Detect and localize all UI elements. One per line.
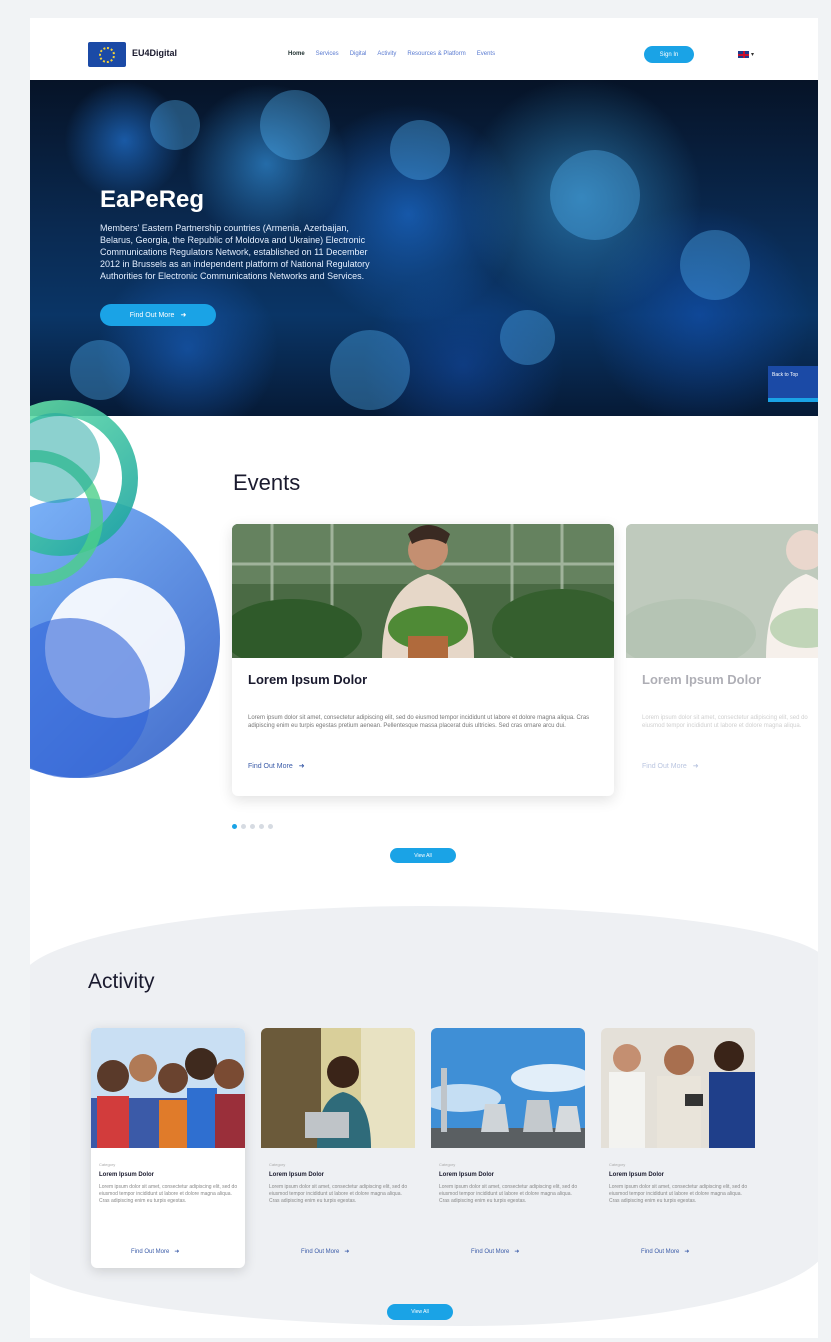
activity-find-out-more-link[interactable]: Find Out More ➜ <box>641 1248 690 1256</box>
hero-banner: EaPeReg Members' Eastern Partnership cou… <box>30 80 818 416</box>
activity-title: Lorem Ipsum Dolor <box>269 1172 325 1178</box>
activity-category: Category <box>439 1162 456 1167</box>
greenhouse-photo <box>626 524 818 658</box>
activity-title: Lorem Ipsum Dolor <box>99 1172 155 1178</box>
activity-description: Lorem ipsum dolor sit amet, consectetur … <box>269 1184 408 1204</box>
language-selector[interactable]: ▾ <box>738 51 754 58</box>
event-link-label: Find Out More <box>642 762 687 770</box>
activity-title: Lorem Ipsum Dolor <box>609 1172 665 1178</box>
activity-view-all-button[interactable]: View All <box>387 1304 453 1320</box>
event-find-out-more-link[interactable]: Find Out More ➜ <box>642 762 699 771</box>
bokeh-light <box>500 310 555 365</box>
children-group-photo <box>91 1028 245 1148</box>
activity-image <box>261 1028 415 1148</box>
activity-find-out-more-link[interactable]: Find Out More ➜ <box>301 1248 350 1256</box>
event-image <box>232 524 614 658</box>
activity-description: Lorem ipsum dolor sit amet, consectetur … <box>439 1184 578 1204</box>
nav-link-digital[interactable]: Digital <box>350 51 367 57</box>
decorative-circles <box>30 400 220 778</box>
greenhouse-photo <box>232 524 614 658</box>
top-nav: EU4Digital Home Services Digital Activit… <box>30 18 818 80</box>
events-heading: Events <box>233 470 301 495</box>
activity-find-out-more-link[interactable]: Find Out More ➜ <box>131 1248 180 1256</box>
arrow-right-icon: ➜ <box>298 763 305 770</box>
activity-link-label: Find Out More <box>471 1248 510 1255</box>
event-title: Lorem Ipsum Dolor <box>248 672 368 687</box>
activity-link-label: Find Out More <box>131 1248 170 1255</box>
nav-links: Home Services Digital Activity Resources… <box>288 51 495 57</box>
arrow-right-icon: ➜ <box>174 1249 180 1255</box>
arrow-right-icon: ➜ <box>684 1249 690 1255</box>
carousel-dot[interactable] <box>268 824 273 829</box>
activity-category: Category <box>609 1162 626 1167</box>
bokeh-light <box>70 340 130 400</box>
event-find-out-more-link[interactable]: Find Out More ➜ <box>248 762 305 771</box>
activity-card[interactable]: Category Lorem Ipsum Dolor Lorem ipsum d… <box>601 1028 755 1268</box>
bokeh-light <box>390 120 450 180</box>
activity-image <box>431 1028 585 1148</box>
arrow-right-icon: ➜ <box>180 312 187 319</box>
nav-link-events[interactable]: Events <box>477 51 495 57</box>
hero-description: Members' Eastern Partnership countries (… <box>100 223 370 281</box>
activity-category: Category <box>99 1162 116 1167</box>
hero-title: EaPeReg <box>100 186 205 213</box>
carousel-dot[interactable] <box>241 824 246 829</box>
bokeh-light <box>330 330 410 410</box>
woman-laptop-photo <box>261 1028 415 1148</box>
eu-flag-logo[interactable] <box>88 42 126 67</box>
nav-link-activity[interactable]: Activity <box>377 51 396 57</box>
activity-title: Lorem Ipsum Dolor <box>439 1172 495 1178</box>
bokeh-light <box>550 150 640 240</box>
nav-link-resources[interactable]: Resources & Platform <box>407 51 465 57</box>
carousel-dot[interactable] <box>259 824 264 829</box>
uk-flag-icon <box>738 51 749 58</box>
nav-link-services[interactable]: Services <box>316 51 339 57</box>
arrow-right-icon: ➜ <box>514 1249 520 1255</box>
power-plant-photo <box>431 1028 585 1148</box>
events-view-all-button[interactable]: View All <box>390 848 456 863</box>
chevron-down-icon: ▾ <box>751 52 755 58</box>
bokeh-light <box>680 230 750 300</box>
activity-description: Lorem ipsum dolor sit amet, consectetur … <box>99 1184 238 1204</box>
brand-name[interactable]: EU4Digital <box>132 48 177 58</box>
activity-description: Lorem ipsum dolor sit amet, consectetur … <box>609 1184 748 1204</box>
carousel-dot[interactable] <box>232 824 237 829</box>
activity-card[interactable]: Category Lorem Ipsum Dolor Lorem ipsum d… <box>261 1028 415 1268</box>
carousel-dots <box>232 824 273 829</box>
team-tablet-photo <box>601 1028 755 1148</box>
bokeh-light <box>150 100 200 150</box>
activity-card[interactable]: Category Lorem Ipsum Dolor Lorem ipsum d… <box>91 1028 245 1268</box>
arrow-right-icon: ➜ <box>344 1249 350 1255</box>
activity-link-label: Find Out More <box>641 1248 680 1255</box>
bokeh-light <box>260 90 330 160</box>
activity-link-label: Find Out More <box>301 1248 340 1255</box>
event-title: Lorem Ipsum Dolor <box>642 672 762 687</box>
event-description: Lorem ipsum dolor sit amet, consectetur … <box>642 715 808 729</box>
back-to-top-button[interactable]: Back to Top <box>768 366 818 402</box>
hero-find-out-more-button[interactable]: Find Out More ➜ <box>100 304 216 326</box>
event-card-next[interactable]: Lorem Ipsum Dolor Lorem ipsum dolor sit … <box>626 524 818 796</box>
event-link-label: Find Out More <box>248 762 293 770</box>
sign-in-button[interactable]: Sign In <box>644 46 694 63</box>
carousel-dot[interactable] <box>250 824 255 829</box>
event-description: Lorem ipsum dolor sit amet, consectetur … <box>248 715 590 729</box>
activity-category: Category <box>269 1162 286 1167</box>
hero-button-label: Find Out More <box>129 311 175 319</box>
arrow-right-icon: ➜ <box>692 763 699 770</box>
activity-heading: Activity <box>88 970 155 993</box>
activity-image <box>91 1028 245 1148</box>
activity-find-out-more-link[interactable]: Find Out More ➜ <box>471 1248 520 1256</box>
activity-card[interactable]: Category Lorem Ipsum Dolor Lorem ipsum d… <box>431 1028 585 1268</box>
activity-image <box>601 1028 755 1148</box>
eu-stars-icon <box>99 46 115 63</box>
event-card[interactable]: Lorem Ipsum Dolor Lorem ipsum dolor sit … <box>232 524 614 796</box>
page: EU4Digital Home Services Digital Activit… <box>30 18 818 1338</box>
nav-link-home[interactable]: Home <box>288 51 305 57</box>
event-image <box>626 524 818 658</box>
